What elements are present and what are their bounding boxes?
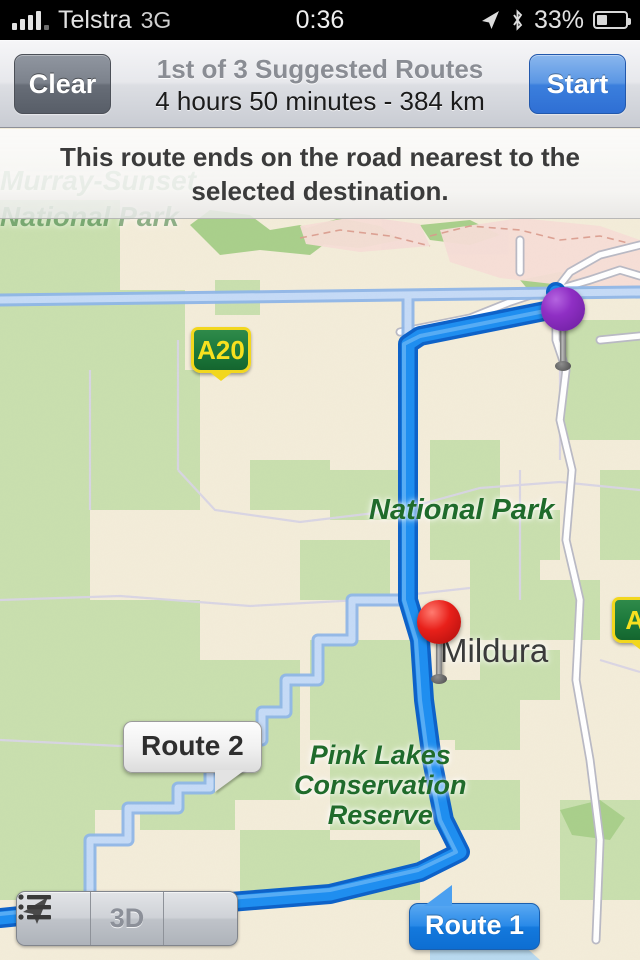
pink-lakes-line-3: Reserve — [327, 800, 433, 830]
maps-screen: National Park Pink Lakes Conservation Re… — [0, 0, 640, 960]
pin-head-purple — [541, 287, 585, 331]
highway-shield-a79[interactable]: A7 — [612, 597, 640, 643]
route-detail: 4 hours 50 minutes - 384 km — [155, 85, 485, 116]
status-bar-right: 33% — [479, 0, 631, 40]
route-notice-banner: This route ends on the road nearest to t… — [0, 129, 640, 219]
pink-lakes-line-2: Conservation — [294, 770, 467, 800]
battery-icon — [593, 11, 631, 29]
route-2-callout[interactable]: Route 2 — [123, 721, 262, 773]
bluetooth-icon — [513, 9, 523, 31]
start-button[interactable]: Start — [529, 54, 626, 114]
list-lines-icon — [18, 894, 51, 920]
map-options-button[interactable] — [18, 892, 237, 945]
route-1-callout[interactable]: Route 1 — [409, 885, 541, 950]
location-arrow-icon — [481, 11, 499, 29]
route-summary: 1st of 3 Suggested Routes 4 hours 50 min… — [120, 50, 520, 120]
map-label-national-park: National Park — [369, 494, 555, 526]
pin-head-red — [417, 600, 461, 644]
banner-line-2: selected destination. — [191, 175, 449, 206]
clock-label: 0:36 — [295, 5, 345, 34]
battery-percent-label: 33% — [533, 5, 584, 34]
clear-button[interactable]: Clear — [14, 54, 111, 114]
banner-line-1: This route ends on the road nearest to t… — [59, 141, 581, 172]
pink-lakes-line-1: Pink Lakes — [309, 740, 451, 770]
route-title: 1st of 3 Suggested Routes — [156, 53, 484, 84]
map-label-pink-lakes-conservation-reserve: Pink Lakes Conservation Reserve — [294, 740, 467, 830]
highway-shield-a20[interactable]: A20 — [191, 327, 251, 373]
toggle-3d-button[interactable]: 3D — [89, 892, 164, 945]
map-label-mildura: Mildura — [440, 632, 549, 669]
status-bar: Telstra 3G 0:36 33% — [0, 0, 640, 40]
route-toolbar: Clear 1st of 3 Suggested Routes 4 hours … — [0, 40, 640, 128]
map-controls-bar[interactable]: 3D — [16, 891, 238, 946]
